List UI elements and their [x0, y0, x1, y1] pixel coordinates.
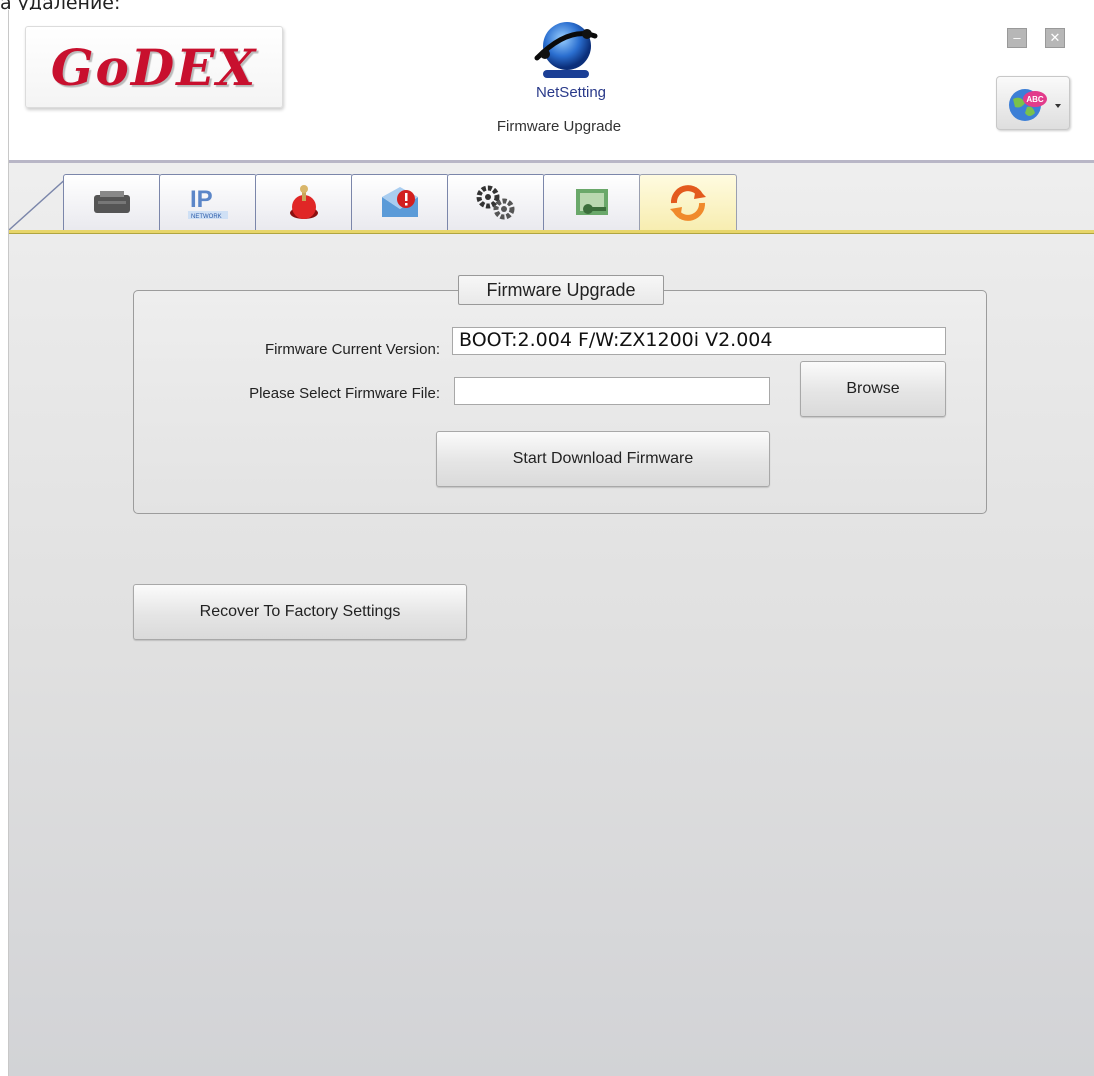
page-subtitle: Firmware Upgrade — [496, 118, 622, 135]
printer-icon — [94, 191, 130, 213]
key-icon — [576, 189, 608, 215]
app-name: NetSetting — [535, 84, 607, 101]
header: GoDEX NetSetting Firmware Upgrade – ✕ AB… — [9, 10, 1094, 163]
browse-button[interactable]: Browse — [800, 361, 946, 417]
tab-firmware[interactable] — [639, 174, 737, 231]
netsetting-window: GoDEX NetSetting Firmware Upgrade – ✕ AB… — [8, 10, 1094, 1076]
language-button[interactable]: ABC — [996, 76, 1070, 130]
current-version-label: Firmware Current Version: — [264, 341, 440, 358]
gears-icon — [476, 185, 515, 220]
group-title: Firmware Upgrade — [458, 275, 664, 305]
refresh-arrows-icon — [670, 185, 706, 221]
tab-printer[interactable] — [63, 174, 161, 231]
globe-abc-icon: ABC — [1009, 89, 1061, 121]
tab-underline — [9, 230, 1094, 234]
select-file-label: Please Select Firmware File: — [249, 385, 440, 402]
svg-text:NETWORK: NETWORK — [191, 214, 222, 220]
current-version-value: BOOT:2.004 F/W:ZX1200i V2.004 — [459, 329, 773, 351]
alarm-button-icon — [290, 185, 318, 219]
godex-logo: GoDEX — [25, 26, 283, 108]
svg-text:IP: IP — [190, 186, 213, 213]
svg-text:ABC: ABC — [1026, 95, 1044, 104]
tab-settings[interactable] — [447, 174, 545, 231]
tab-alarm[interactable] — [255, 174, 353, 231]
ip-network-icon: IP NETWORK — [188, 186, 228, 220]
minimize-button[interactable]: – — [1007, 28, 1027, 48]
tab-ip-network[interactable]: IP NETWORK — [159, 174, 257, 231]
tab-mail-alert[interactable] — [351, 174, 449, 231]
firmware-upgrade-group: Firmware Upgrade Firmware Current Versio… — [133, 275, 987, 514]
recover-factory-button[interactable]: Recover To Factory Settings — [133, 584, 467, 640]
netsetting-globe-icon — [534, 22, 598, 78]
start-download-button[interactable]: Start Download Firmware — [436, 431, 770, 487]
tab-key[interactable] — [543, 174, 641, 231]
logo-text: GoDEX — [50, 37, 258, 97]
close-button[interactable]: ✕ — [1045, 28, 1065, 48]
mail-alert-icon — [382, 187, 418, 217]
tab-bar: IP NETWORK — [9, 172, 1094, 234]
firmware-panel: Firmware Upgrade Firmware Current Versio… — [9, 238, 1094, 1076]
firmware-file-input[interactable] — [454, 377, 770, 405]
current-version-field: BOOT:2.004 F/W:ZX1200i V2.004 — [452, 327, 946, 355]
